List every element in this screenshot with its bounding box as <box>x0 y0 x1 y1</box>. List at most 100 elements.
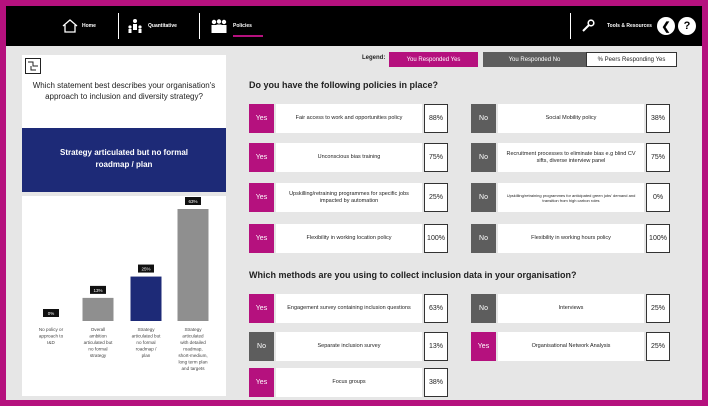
peer-percent: 38% <box>424 368 448 397</box>
answer-badge: Yes <box>249 368 274 397</box>
home-icon <box>62 19 78 33</box>
wrench-icon <box>582 19 595 32</box>
nav-home-label: Home <box>82 23 96 29</box>
chart-bar <box>130 276 162 321</box>
category-label: and targets <box>182 366 206 371</box>
nav-divider <box>199 13 200 39</box>
category-label: articulated <box>182 334 204 339</box>
answer-badge: Yes <box>471 332 496 361</box>
peer-percent: 0% <box>646 183 670 212</box>
value-label: 25% <box>141 267 150 272</box>
policy-label: Fair access to work and opportunities po… <box>276 104 422 133</box>
method-label: Engagement survey containing inclusion q… <box>276 294 422 323</box>
nav-quantitative-label: Quantitative <box>148 23 177 29</box>
peer-percent: 100% <box>646 224 670 253</box>
legend-yes: You Responded Yes <box>389 52 478 67</box>
selected-answer: Strategy articulated but no formal roadm… <box>22 128 226 192</box>
nav-home[interactable]: Home <box>62 6 96 46</box>
chart-bar <box>177 209 209 321</box>
nav-tools-resources[interactable]: Tools & Resources <box>581 6 652 46</box>
category-label: long term plan <box>178 360 208 365</box>
flowchart-icon <box>25 58 41 74</box>
peer-percent: 88% <box>424 104 448 133</box>
category-label: roadmap, <box>183 347 202 352</box>
nav-quantitative[interactable]: Quantitative <box>126 6 177 46</box>
method-label: Separate inclusion survey <box>276 332 422 361</box>
question-card: Which statement best describes your orga… <box>22 55 226 134</box>
answer-badge: Yes <box>249 104 274 133</box>
help-button[interactable]: ? <box>678 17 696 35</box>
peer-percent: 100% <box>424 224 448 253</box>
answer-badge: Yes <box>249 143 274 172</box>
section-title-policies: Do you have the following policies in pl… <box>249 80 439 90</box>
chart-bar <box>82 297 114 321</box>
nav-policies[interactable]: Policies <box>209 6 252 46</box>
answer-badge: No <box>471 104 496 133</box>
category-label: short-medium, <box>178 353 207 358</box>
answer-badge: No <box>471 224 496 253</box>
back-button[interactable]: ❮ <box>657 17 675 35</box>
peer-percent: 75% <box>424 143 448 172</box>
strategy-bar-chart: 0% No policy or approach toI&D 13% Overall am… <box>39 197 209 371</box>
value-label: 13% <box>93 288 102 293</box>
peer-percent: 25% <box>646 332 670 361</box>
back-icon: ❮ <box>661 20 671 33</box>
peer-percent: 38% <box>646 104 670 133</box>
people-chart-icon <box>128 19 142 33</box>
nav-divider <box>118 13 119 39</box>
peer-percent: 63% <box>424 294 448 323</box>
nav-divider <box>570 13 571 39</box>
peer-percent: 25% <box>646 294 670 323</box>
help-icon: ? <box>683 20 691 32</box>
policy-label: Upskilling/retraining programmes for ant… <box>498 183 644 212</box>
strategy-chart: 0% No policy or approach to I&D 13% Overall am… <box>22 196 226 396</box>
peer-percent: 75% <box>646 143 670 172</box>
category-label: Overall <box>91 327 106 332</box>
category-label: no formal <box>136 340 155 345</box>
category-label: Strategy <box>184 327 202 332</box>
category-label: no formal <box>88 347 107 352</box>
answer-badge: No <box>249 332 274 361</box>
answer-badge: Yes <box>249 224 274 253</box>
legend-label: Legend: <box>362 55 386 61</box>
answer-badge: Yes <box>249 183 274 212</box>
legend-no: You Responded No <box>483 52 586 67</box>
policy-label: Unconscious bias training <box>276 143 422 172</box>
category-label: approach to <box>39 334 64 339</box>
category-label: No policy or <box>39 327 64 332</box>
category-label: roadmap / <box>136 347 157 352</box>
legend-peers: % Peers Responding Yes <box>586 52 677 67</box>
method-label: Interviews <box>498 294 644 323</box>
nav-policies-label: Policies <box>233 23 252 29</box>
peer-percent: 13% <box>424 332 448 361</box>
method-label: Focus groups <box>276 368 422 397</box>
value-label: 63% <box>188 199 197 204</box>
value-label: 0% <box>48 311 55 316</box>
nav-tools-label: Tools & Resources <box>607 23 652 29</box>
left-panel: Which statement best describes your orga… <box>6 46 231 400</box>
top-nav: Home Quantitative Policies Tools & Resou… <box>6 6 702 46</box>
strategy-question: Which statement best describes your orga… <box>32 81 216 101</box>
active-tab-indicator <box>233 35 263 37</box>
policy-label: Flexibility in working location policy <box>276 224 422 253</box>
group-icon <box>211 19 227 33</box>
app-frame: Home Quantitative Policies Tools & Resou… <box>6 6 702 400</box>
policy-label: Recruitment processes to eliminate bias … <box>498 143 644 172</box>
category-label: Strategy <box>137 327 155 332</box>
method-label: Organisational Network Analysis <box>498 332 644 361</box>
category-label: articulated but <box>132 334 162 339</box>
category-label: strategy <box>90 353 107 358</box>
category-label: ambition <box>89 334 107 339</box>
answer-badge: No <box>471 183 496 212</box>
policy-label: Upskilling/retraining programmes for spe… <box>276 183 422 212</box>
category-label: plan <box>142 353 151 358</box>
category-label: articulated but <box>84 340 114 345</box>
policy-label: Social Mobility policy <box>498 104 644 133</box>
answer-badge: Yes <box>249 294 274 323</box>
answer-badge: No <box>471 143 496 172</box>
answer-badge: No <box>471 294 496 323</box>
category-label: with detailed <box>180 340 206 345</box>
category-label: I&D <box>47 340 55 345</box>
peer-percent: 25% <box>424 183 448 212</box>
policy-label: Flexibility in working hours policy <box>498 224 644 253</box>
